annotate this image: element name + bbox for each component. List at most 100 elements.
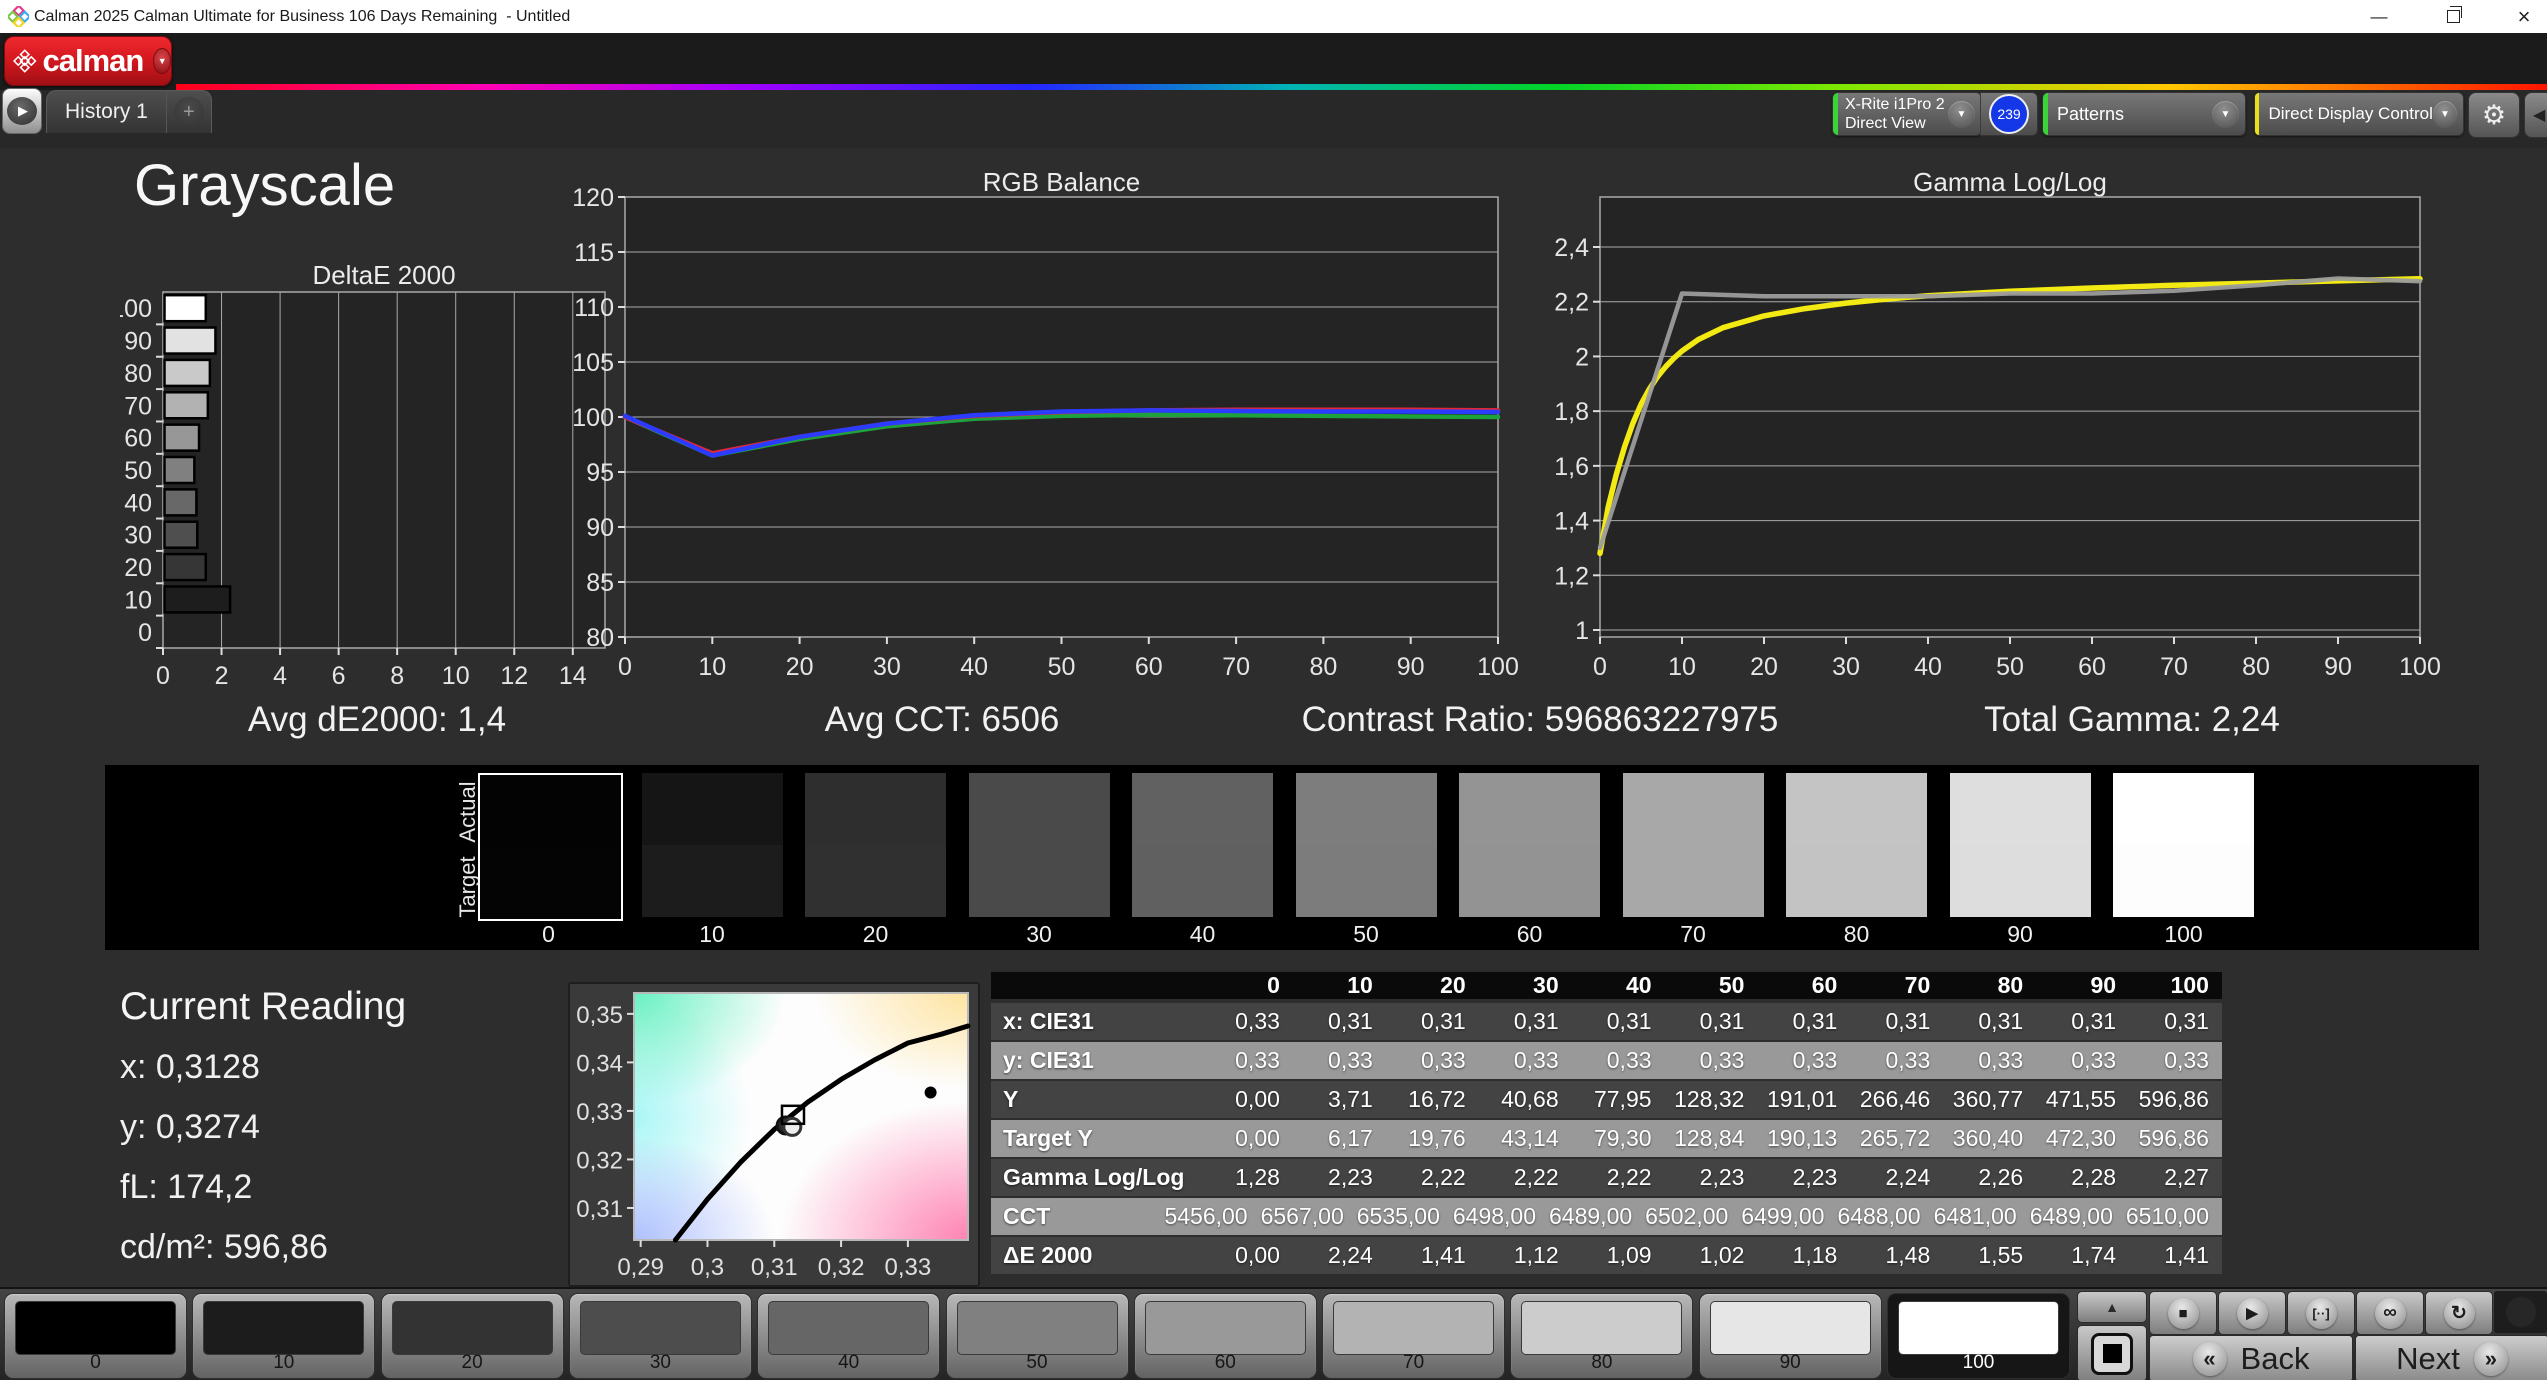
patch-button-30[interactable]: 30: [568, 1293, 752, 1379]
refresh-button[interactable]: ↻: [2425, 1291, 2493, 1335]
deltae-bar-30: [163, 520, 199, 549]
patch-button-100[interactable]: 100: [1887, 1293, 2070, 1379]
patch-button-0[interactable]: 0: [4, 1293, 187, 1379]
pattern-window-button[interactable]: [2077, 1325, 2147, 1380]
collapse-panel-button[interactable]: ◀: [2524, 92, 2547, 138]
svg-text:85: 85: [586, 569, 614, 597]
table-cell: 6481,00: [1933, 1203, 2017, 1229]
measure-range-button[interactable]: [··]: [2287, 1291, 2355, 1335]
svg-text:0,32: 0,32: [818, 1254, 865, 1281]
svg-text:0,33: 0,33: [576, 1099, 623, 1126]
table-cell: 0,33: [1235, 1008, 1280, 1034]
svg-text:40: 40: [960, 653, 988, 681]
target-swatch-half: [1295, 845, 1437, 917]
grayscale-swatch-50: [1295, 773, 1437, 917]
table-cell: 0,33: [1606, 1047, 1652, 1073]
table-cell: 1,12: [1513, 1242, 1559, 1268]
table-row-label: Y: [1003, 1086, 1019, 1112]
next-button[interactable]: Next »: [2355, 1335, 2547, 1380]
table-cell: 0,33: [2164, 1047, 2209, 1073]
table-cell: 0,31: [1513, 1008, 1559, 1034]
deltae-bar-60: [163, 423, 201, 452]
meter-dropdown[interactable]: X-Rite i1Pro 2 Direct View ▼: [1832, 92, 1982, 136]
svg-text:0: 0: [138, 619, 152, 647]
tab-history-1[interactable]: History 1 +: [46, 90, 212, 133]
minimize-button[interactable]: —: [2356, 0, 2402, 33]
table-cell: 6567,00: [1260, 1203, 1344, 1229]
meter-count-box: 239: [1980, 92, 2038, 136]
table-column-header: 100: [2170, 972, 2209, 998]
svg-text:95: 95: [586, 459, 614, 487]
play-button[interactable]: ▶: [2218, 1291, 2286, 1335]
table-cell: 43,14: [1501, 1125, 1559, 1151]
table-cell: 265,72: [1859, 1125, 1931, 1151]
restore-button[interactable]: [2430, 0, 2476, 33]
table-cell: 1,18: [1792, 1242, 1838, 1268]
table-cell: 0,33: [1792, 1047, 1838, 1073]
patch-button-80[interactable]: 80: [1510, 1293, 1694, 1379]
table-column-header: 40: [1625, 972, 1652, 998]
swatch-level-label: 40: [1189, 921, 1216, 947]
svg-text:90: 90: [124, 328, 152, 356]
grayscale-swatch-90: [1949, 773, 2091, 917]
table-cell: 0,31: [1699, 1008, 1745, 1034]
table-cell: 1,41: [2164, 1242, 2209, 1268]
chevron-left-icon: ◀: [2533, 107, 2546, 124]
calman-menu-chevron[interactable]: ▼: [153, 48, 171, 74]
table-cell: 5456,00: [1164, 1203, 1248, 1229]
app-diamond-icon: [8, 6, 29, 27]
table-cell: 0,31: [1606, 1008, 1652, 1034]
table-cell: 128,84: [1674, 1125, 1745, 1151]
patch-label: 60: [1214, 1352, 1236, 1373]
close-button[interactable]: ×: [2501, 0, 2547, 33]
patch-swatch: [391, 1301, 553, 1355]
table-cell: 1,41: [1420, 1242, 1466, 1268]
close-icon: ×: [2517, 3, 2531, 29]
table-cell: 6,17: [1328, 1125, 1373, 1151]
history-nav-button[interactable]: ▶: [2, 88, 42, 134]
patch-swatch: [956, 1301, 1118, 1355]
patch-button-20[interactable]: 20: [380, 1293, 564, 1379]
svg-text:2: 2: [1575, 343, 1589, 371]
table-cell: 2,23: [1699, 1164, 1745, 1190]
stat-total-gamma: Total Gamma: 2,24: [1984, 700, 2280, 739]
patch-button-70[interactable]: 70: [1322, 1293, 1506, 1379]
svg-text:0,3: 0,3: [691, 1254, 724, 1281]
patch-button-90[interactable]: 90: [1698, 1293, 1882, 1379]
table-cell: 6510,00: [2125, 1203, 2209, 1229]
patterns-dropdown[interactable]: Patterns ▼: [2042, 92, 2246, 136]
rgb-balance-chart: 120115110105100959085800 10 20 30 40 50 60 70 80…: [572, 184, 1519, 681]
svg-text:20: 20: [1750, 653, 1778, 681]
stop-button[interactable]: ■: [2149, 1291, 2217, 1335]
grayscale-swatch-60: [1459, 773, 1600, 917]
daylight-locus-curve: [672, 1023, 971, 1243]
display-control-dropdown[interactable]: Direct Display Control ▼: [2254, 92, 2464, 136]
svg-text:0: 0: [156, 662, 170, 690]
cie-chromaticity-chart: 0,35 0,34 0,33 0,32 0,31 0,29 0,3 0,31 0,32 0,33: [576, 992, 971, 1281]
actual-swatch-half: [2113, 773, 2254, 845]
patch-button-50[interactable]: 50: [945, 1293, 1129, 1379]
calman-menu-button[interactable]: calman ▼: [4, 36, 172, 86]
table-cell: 0,00: [1235, 1125, 1280, 1151]
patch-button-60[interactable]: 60: [1133, 1293, 1317, 1379]
title-bar: Calman 2025 Calman Ultimate for Business…: [0, 0, 2547, 33]
chevron-down-icon: ▼: [1948, 100, 1975, 128]
continuous-measure-button[interactable]: ∞: [2356, 1291, 2424, 1335]
patch-button-10[interactable]: 10: [192, 1293, 376, 1379]
patch-window-up-button[interactable]: ▲: [2077, 1291, 2147, 1323]
target-swatch-half: [1459, 845, 1600, 917]
grayscale-swatch-80: [1786, 773, 1927, 917]
add-tab-button[interactable]: +: [165, 91, 211, 133]
svg-text:30: 30: [124, 522, 152, 550]
svg-text:100: 100: [572, 404, 614, 432]
patch-button-40[interactable]: 40: [757, 1293, 941, 1379]
patch-label: 50: [1026, 1352, 1048, 1373]
table-cell: 1,09: [1606, 1242, 1652, 1268]
back-button[interactable]: « Back: [2149, 1335, 2353, 1380]
gear-icon: ⚙: [2481, 99, 2507, 130]
table-cell: 2,23: [1328, 1164, 1373, 1190]
table-cell: 0,31: [2164, 1008, 2209, 1034]
settings-button[interactable]: ⚙: [2468, 92, 2520, 138]
table-cell: 0,33: [1513, 1047, 1559, 1073]
patch-label: 30: [649, 1352, 671, 1373]
